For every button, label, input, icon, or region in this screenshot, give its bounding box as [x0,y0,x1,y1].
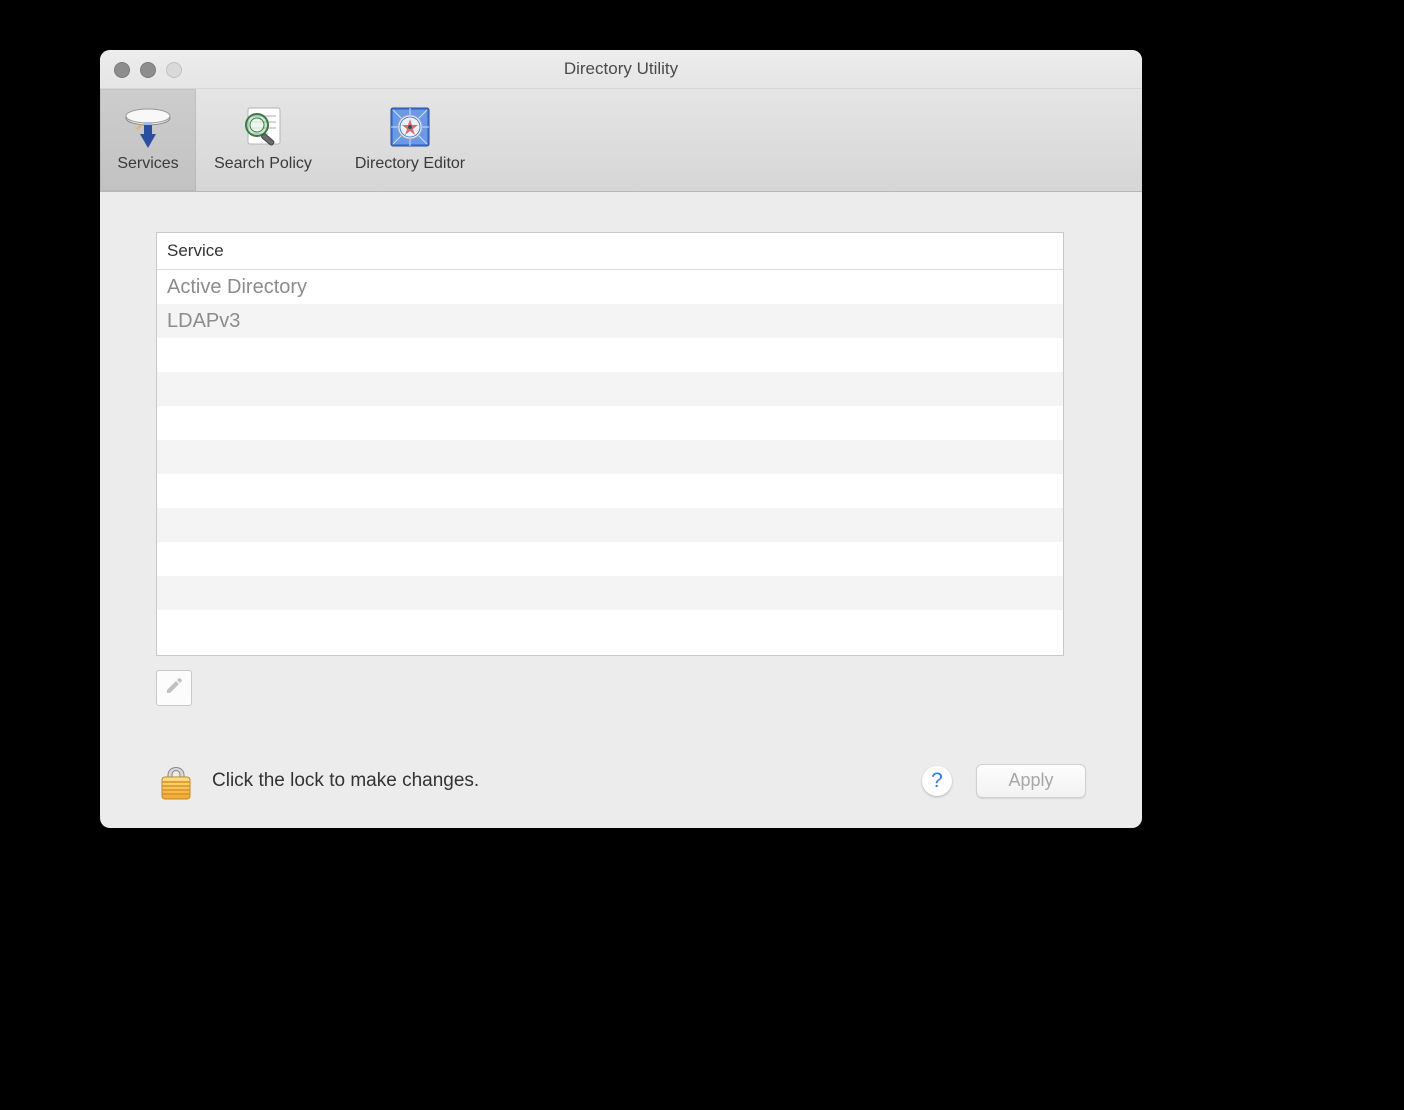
table-row[interactable]: Active Directory [157,270,1063,304]
help-icon: ? [931,769,943,793]
service-table-body: Active DirectoryLDAPv3 [157,270,1063,656]
apply-button[interactable]: Apply [976,764,1086,798]
table-row [157,542,1063,576]
close-button[interactable] [114,62,130,78]
search-policy-icon [235,101,291,153]
pencil-icon [165,677,183,700]
lock-icon[interactable] [156,755,196,806]
apply-button-label: Apply [1008,770,1053,791]
minimize-button[interactable] [140,62,156,78]
tab-directory-editor[interactable]: Directory Editor [330,89,490,191]
directory-utility-window: Directory Utility Services [100,50,1142,828]
directory-editor-icon [382,101,438,153]
table-row [157,440,1063,474]
tab-search-policy-label: Search Policy [214,155,312,173]
table-row [157,372,1063,406]
content-area: Service Active DirectoryLDAPv3 [100,190,1142,828]
tab-search-policy[interactable]: Search Policy [196,89,330,191]
footer: Click the lock to make changes. ? Apply [156,755,1086,806]
table-row [157,576,1063,610]
window-title: Directory Utility [100,50,1142,88]
edit-service-button[interactable] [156,670,192,706]
service-table-header[interactable]: Service [157,233,1063,270]
tab-directory-editor-label: Directory Editor [355,155,465,173]
titlebar[interactable]: Directory Utility [100,50,1142,89]
table-row [157,338,1063,372]
table-row [157,474,1063,508]
table-row [157,508,1063,542]
toolbar: Services Search Policy [100,89,1142,192]
table-row [157,610,1063,644]
window-controls [114,62,182,78]
tab-services[interactable]: Services [100,89,196,191]
services-icon [120,101,176,153]
lock-message: Click the lock to make changes. [212,770,479,792]
table-row [157,406,1063,440]
zoom-button[interactable] [166,62,182,78]
service-table: Service Active DirectoryLDAPv3 [156,232,1064,656]
table-row[interactable]: LDAPv3 [157,304,1063,338]
help-button[interactable]: ? [922,766,952,796]
tab-services-label: Services [117,155,178,173]
